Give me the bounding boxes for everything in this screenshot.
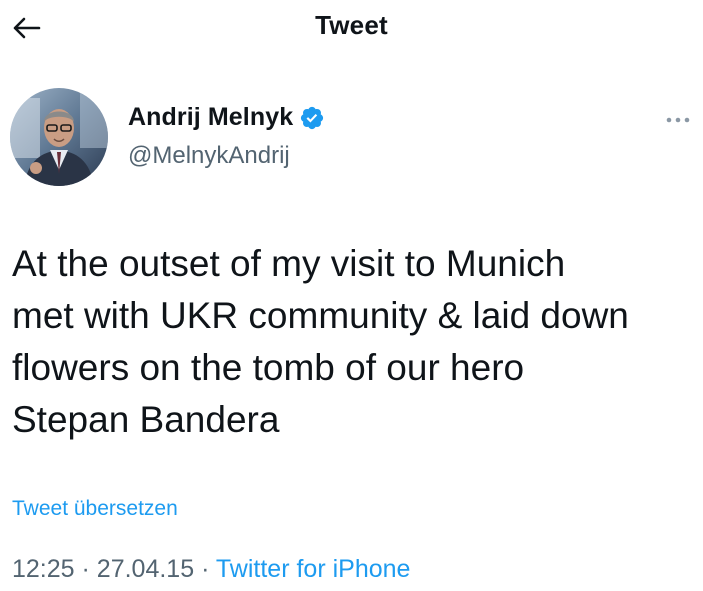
tweet-text: At the outset of my visit to Munich met … bbox=[12, 243, 629, 440]
top-bar: Tweet bbox=[0, 0, 703, 60]
tweet-time[interactable]: 12:25 bbox=[12, 555, 75, 583]
more-options-button[interactable] bbox=[662, 108, 694, 132]
meta-separator: · bbox=[81, 555, 90, 583]
meta-separator: · bbox=[201, 555, 210, 583]
author-row: Andrij Melnyk bbox=[128, 103, 325, 132]
page-title: Tweet bbox=[315, 10, 388, 40]
avatar[interactable] bbox=[10, 88, 108, 186]
verified-badge-icon bbox=[301, 106, 324, 129]
author-name[interactable]: Andrij Melnyk bbox=[128, 103, 293, 132]
author-handle[interactable]: @MelnykAndrij bbox=[128, 142, 290, 170]
tweet-source-link[interactable]: Twitter for iPhone bbox=[216, 555, 411, 583]
more-options-icon bbox=[666, 117, 690, 123]
tweet-metadata: 12:25 · 27.04.15 · Twitter for iPhone bbox=[12, 555, 410, 584]
tweet-date[interactable]: 27.04.15 bbox=[97, 555, 194, 583]
translate-tweet-link[interactable]: Tweet übersetzen bbox=[12, 497, 178, 521]
